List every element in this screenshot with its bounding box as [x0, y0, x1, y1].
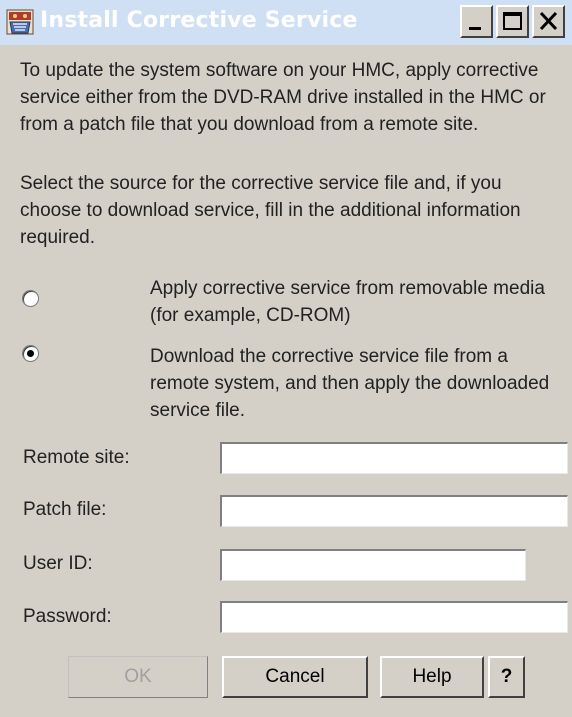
cancel-button[interactable]: Cancel	[222, 656, 368, 698]
help-button[interactable]: Help	[380, 656, 484, 698]
maximize-icon	[503, 12, 522, 30]
close-button[interactable]	[532, 5, 565, 38]
minimize-button[interactable]	[460, 5, 493, 38]
intro-paragraph: To update the system software on your HM…	[20, 60, 546, 135]
install-corrective-service-dialog: Install Corrective Service To update the…	[0, 0, 572, 717]
instruction-paragraph: Select the source for the corrective ser…	[20, 173, 521, 248]
radio-removable-media[interactable]	[22, 290, 39, 307]
title-bar[interactable]: Install Corrective Service	[0, 0, 572, 45]
option-download-remote-label[interactable]: Download the corrective service file fro…	[150, 343, 565, 424]
minimize-icon	[469, 27, 481, 30]
password-input[interactable]	[220, 601, 568, 633]
remote-site-input[interactable]	[220, 442, 568, 474]
user-id-label: User ID:	[23, 553, 93, 574]
option-removable-media-label[interactable]: Apply corrective service from removable …	[150, 275, 565, 329]
patch-file-input[interactable]	[220, 495, 568, 527]
remote-site-label: Remote site:	[23, 447, 130, 468]
close-icon	[539, 11, 558, 31]
user-id-input[interactable]	[220, 549, 526, 581]
app-icon	[6, 9, 34, 35]
radio-download-remote[interactable]	[22, 345, 39, 362]
ok-button[interactable]: OK	[68, 656, 208, 698]
radio-selected-dot	[27, 350, 34, 357]
window-title: Install Corrective Service	[40, 8, 358, 33]
patch-file-label: Patch file:	[23, 499, 107, 520]
password-label: Password:	[23, 606, 112, 627]
maximize-button[interactable]	[496, 5, 529, 38]
context-help-button[interactable]: ?	[488, 656, 525, 698]
